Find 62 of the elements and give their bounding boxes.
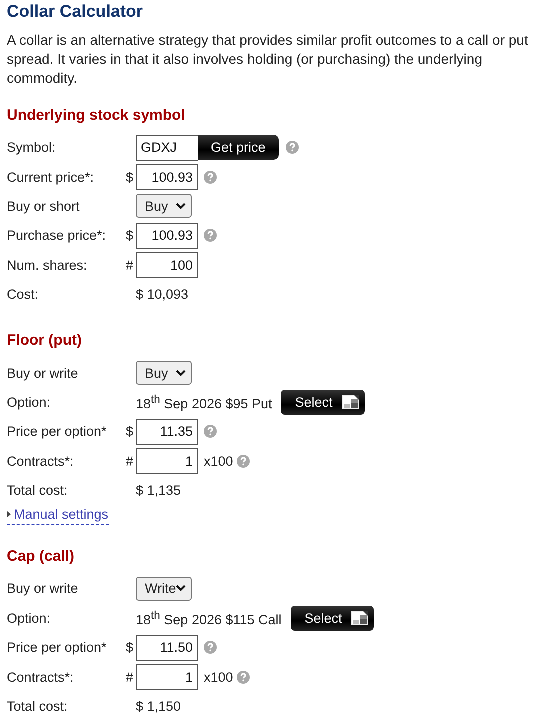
field-label: Buy or write (7, 366, 80, 381)
field-label: Total cost: (7, 483, 69, 498)
field-label: Current price*: (7, 170, 96, 185)
unit-symbol: # (126, 258, 135, 273)
field-label: Buy or write (7, 581, 80, 596)
chevron-down-icon (176, 585, 186, 592)
intro-paragraph: A collar is an alternative strategy that provides similar profit outcomes to a call or put spread. It varies in that it also involves holding (or purchasing) the underlying commodity. (7, 31, 530, 88)
option-value: 18$^{th}$ Sep 2026 $115 Call (136, 610, 282, 628)
field-label: Buy or short (7, 198, 81, 214)
chevron-down-icon (176, 370, 186, 377)
field-label: Cost: (7, 287, 40, 302)
unit-symbol: # (126, 670, 135, 685)
unit-symbol: $ (126, 424, 135, 440)
select-button[interactable]: Select (290, 606, 374, 631)
dropdown[interactable]: Buy (136, 361, 192, 386)
input-field[interactable]: 100 (136, 252, 198, 278)
input-field[interactable]: 100.93 (136, 222, 198, 249)
help-icon[interactable] (237, 454, 250, 468)
help-icon[interactable] (204, 425, 217, 438)
symbol-field[interactable]: GDXJ (136, 134, 198, 161)
window-icon (351, 611, 368, 626)
input-field[interactable]: 11.50 (136, 634, 198, 661)
unit-symbol: # (126, 454, 135, 469)
field-label: Option: (7, 394, 52, 410)
field-label: Contracts*: (7, 670, 75, 685)
unit-symbol: $ (126, 170, 135, 185)
get-price-button[interactable]: Get price (198, 135, 279, 160)
select-button[interactable]: Select (281, 390, 365, 415)
section-heading: Floor (put) (7, 331, 83, 352)
section-heading: Cap (call) (7, 547, 76, 568)
input-field[interactable]: 11.35 (136, 418, 198, 445)
dropdown[interactable]: Buy (136, 194, 192, 218)
help-icon[interactable] (237, 670, 250, 684)
cost-value: $ 1,135 (136, 483, 182, 498)
input-field[interactable]: 1 (136, 664, 198, 690)
manual-settings-link[interactable]: Manual settings (7, 507, 109, 526)
unit-symbol: $ (126, 640, 135, 656)
field-label: Price per option* (7, 640, 108, 656)
field-label: Option: (7, 610, 52, 626)
field-label: Purchase price*: (7, 228, 108, 244)
input-field[interactable]: 100.93 (136, 164, 198, 190)
unit-symbol: $ (126, 228, 135, 244)
chevron-down-icon (176, 202, 186, 210)
multiplier-text: x100 (204, 454, 234, 469)
cost-value: $ 1,150 (136, 699, 182, 714)
field-label: Num. shares: (7, 258, 88, 273)
multiplier-text: x100 (204, 670, 234, 685)
help-icon[interactable] (204, 170, 217, 184)
page-title: Collar Calculator (7, 1, 144, 23)
help-icon[interactable] (204, 229, 217, 242)
dropdown[interactable]: Write (136, 576, 192, 601)
input-field[interactable]: 1 (136, 448, 198, 474)
help-icon[interactable] (204, 641, 217, 654)
option-value: 18$^{th}$ Sep 2026 $95 Put (136, 394, 272, 412)
field-label: Symbol: (7, 140, 57, 156)
field-label: Total cost: (7, 699, 69, 714)
field-label: Price per option* (7, 424, 108, 440)
cost-value: $ 10,093 (136, 287, 189, 302)
window-icon (342, 395, 359, 410)
field-label: Contracts*: (7, 454, 75, 469)
help-icon[interactable] (286, 141, 299, 154)
section-heading: Underlying stock symbol (7, 106, 186, 126)
